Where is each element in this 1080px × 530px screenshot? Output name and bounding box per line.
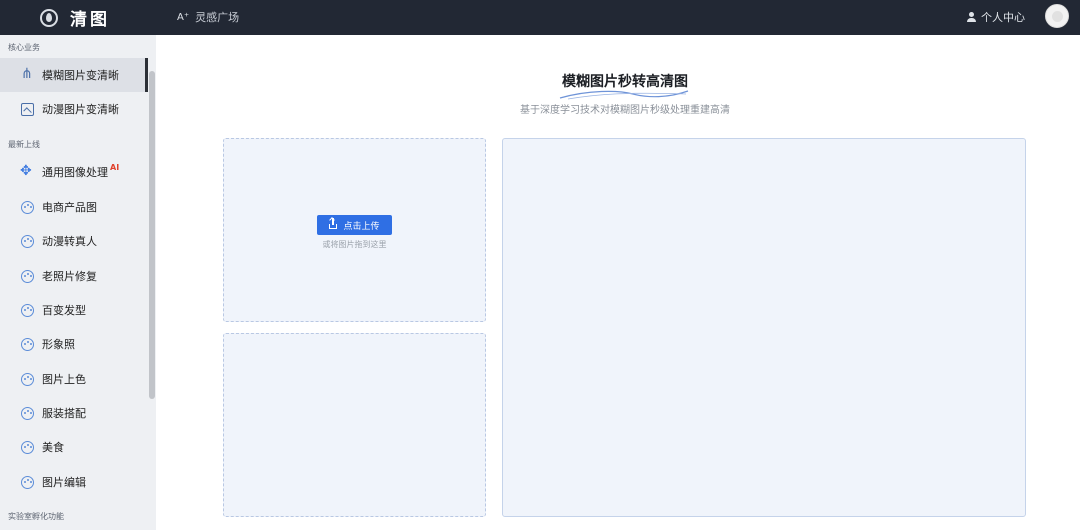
sidebar-item-anime-to-real[interactable]: 动漫转真人 <box>0 224 148 258</box>
logo[interactable]: 清图 <box>40 5 110 30</box>
ai-sparkle-icon: A⁺ <box>177 11 190 23</box>
sidebar-item-hairstyle[interactable]: 百变发型 <box>0 293 148 327</box>
move-icon <box>20 163 34 179</box>
sidebar-item-colorize[interactable]: 图片上色 <box>0 362 148 396</box>
sidebar-item-label: 图片上色 <box>42 373 86 386</box>
nav-inspiration-square[interactable]: A⁺ 灵感广场 <box>177 9 239 25</box>
sidebar-item-portrait[interactable]: 形象照 <box>0 327 148 361</box>
palette-icon <box>21 337 34 351</box>
sidebar-item-label: 通用图像处理 <box>42 166 108 179</box>
logo-drop-icon <box>40 8 58 27</box>
secondary-panel <box>223 333 486 517</box>
sidebar-item-old-photo[interactable]: 老照片修复 <box>0 259 148 293</box>
sidebar-item-general-image[interactable]: 通用图像处理 AI <box>0 155 148 189</box>
upload-icon <box>329 218 338 229</box>
user-icon <box>966 12 976 22</box>
ai-badge: AI <box>110 162 120 172</box>
palette-icon <box>21 440 34 454</box>
section-title-new: 最新上线 <box>8 140 40 149</box>
result-preview-panel <box>502 138 1026 517</box>
logo-text: 清图 <box>70 10 110 30</box>
sidebar-item-label: 老照片修复 <box>42 270 97 283</box>
section-title-lab: 实验室孵化功能 <box>8 512 64 521</box>
drag-hint: 或将图片拖到这里 <box>322 240 387 249</box>
nav-inspiration-label: 灵感广场 <box>195 11 240 24</box>
page-subtitle: 基于深度学习技术对模糊图片秒级处理重建高清 <box>520 105 730 116</box>
palette-icon <box>21 475 34 489</box>
palette-icon <box>21 406 34 420</box>
upload-button-label: 点击上传 <box>343 221 380 232</box>
sidebar-item-label: 动漫转真人 <box>42 235 97 248</box>
sidebar-item-label: 美食 <box>42 441 64 454</box>
palette-icon <box>21 234 34 248</box>
sidebar-item-label: 电商产品图 <box>42 201 97 214</box>
palette-icon <box>21 269 34 283</box>
top-bar: 清图 A⁺ 灵感广场 个人中心 <box>0 0 1080 35</box>
sidebar-item-label: 服装搭配 <box>42 407 86 420</box>
sidebar-item-label: 百变发型 <box>42 304 86 317</box>
sidebar-item-outfit[interactable]: 服装搭配 <box>0 396 148 430</box>
palette-icon <box>21 372 34 386</box>
page-title: 模糊图片秒转高清图 <box>562 74 688 90</box>
sidebar-item-ecommerce[interactable]: 电商产品图 <box>0 190 148 224</box>
sidebar-item-label: 形象照 <box>42 338 75 351</box>
palette-icon <box>21 303 34 317</box>
upload-button[interactable]: 点击上传 <box>317 215 392 235</box>
section-title-core: 核心业务 <box>8 43 40 52</box>
sidebar-item-food[interactable]: 美食 <box>0 430 148 464</box>
sidebar-item-image-edit[interactable]: 图片编辑 <box>0 465 148 499</box>
avatar[interactable] <box>1045 4 1069 28</box>
sidebar-item-label: 图片编辑 <box>42 476 86 489</box>
sidebar-scrollbar[interactable] <box>149 71 155 399</box>
user-center-link[interactable]: 个人中心 <box>966 9 1025 25</box>
palette-icon <box>21 200 34 214</box>
user-center-label: 个人中心 <box>981 11 1025 24</box>
title-underline-wave <box>559 90 689 100</box>
